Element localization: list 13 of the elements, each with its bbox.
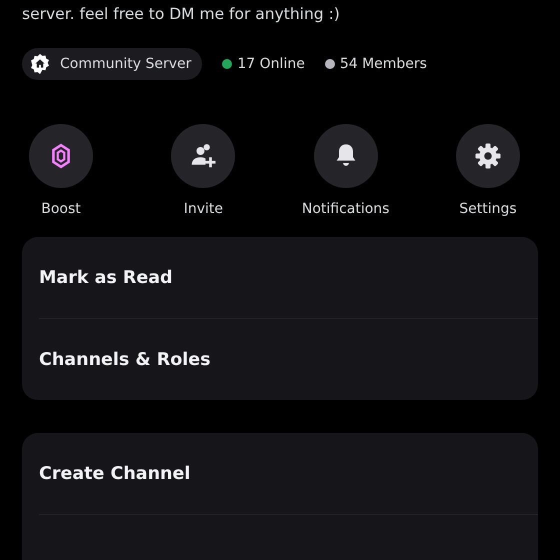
- action-label: Invite: [184, 201, 223, 217]
- menu-item[interactable]: Create Channel: [39, 464, 190, 484]
- action-label: Settings: [459, 201, 517, 217]
- menu-item[interactable]: Mark as Read: [39, 268, 173, 288]
- home-badge-icon: [29, 53, 51, 75]
- action-label: Notifications: [302, 201, 390, 217]
- member-count: 17 Online: [237, 56, 305, 72]
- member-count: 54 Members: [340, 56, 427, 72]
- tag-label: Community Server: [60, 56, 192, 72]
- menu-item[interactable]: Channels & Roles: [39, 350, 211, 370]
- action-label: Boost: [41, 201, 81, 217]
- server-description: server. feel free to DM me for anything :): [22, 4, 341, 25]
- settings-icon: [472, 141, 503, 171]
